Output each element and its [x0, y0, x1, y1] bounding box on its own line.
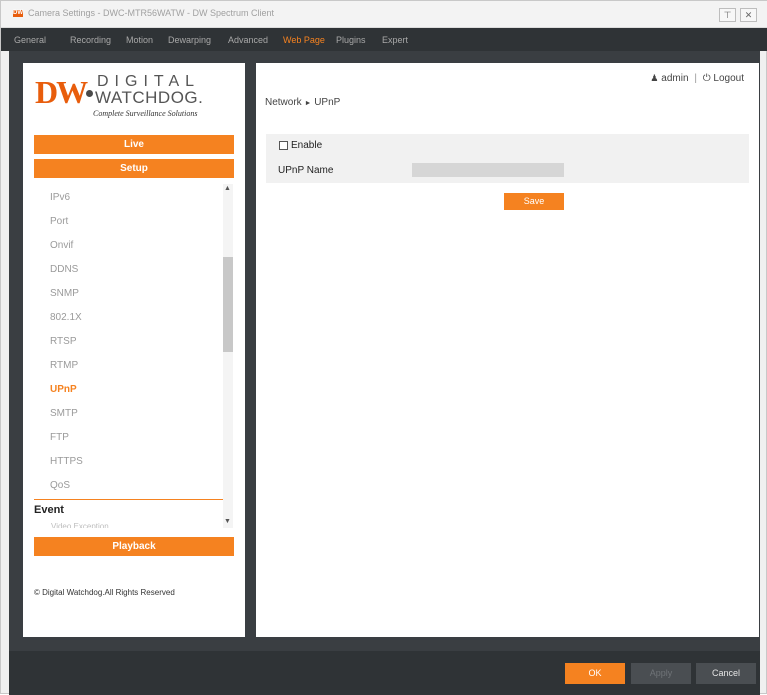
user-icon: ♟ — [650, 73, 659, 83]
digital-watchdog-logo: DW DIGITAL WATCHDOG. Complete Surveillan… — [35, 73, 235, 123]
logo-mark: DW — [35, 74, 88, 110]
breadcrumb-arrow-icon: ► — [304, 100, 312, 107]
ok-button[interactable]: OK — [565, 663, 625, 684]
upnp-name-label: UPnP Name — [278, 165, 334, 176]
scroll-up-arrow-icon[interactable]: ▲ — [224, 185, 231, 192]
submenu-item-ipv6[interactable]: IPv6 — [50, 192, 70, 203]
camera-settings-window: DW Camera Settings - DWC-MTR56WATW - DW … — [0, 0, 767, 695]
live-button[interactable]: Live — [34, 135, 234, 154]
submenu-item-port[interactable]: Port — [50, 216, 68, 227]
scrollbar-thumb[interactable] — [223, 257, 233, 352]
user-area: ♟ admin | ⏻ Logout — [650, 73, 744, 84]
logo-dot-icon — [86, 90, 93, 97]
tab-advanced[interactable]: Advanced — [228, 35, 268, 45]
copyright-text: © Digital Watchdog.All Rights Reserved — [34, 588, 175, 597]
logo-line-2: WATCHDOG. — [95, 88, 204, 107]
tab-web-page[interactable]: Web Page — [283, 35, 325, 45]
event-menu-heading[interactable]: Event — [34, 504, 64, 516]
submenu-item-https[interactable]: HTTPS — [50, 456, 83, 467]
tab-expert[interactable]: Expert — [382, 35, 408, 45]
power-icon[interactable]: ⏻ — [703, 73, 711, 84]
breadcrumb-parent: Network — [265, 97, 302, 108]
submenu-item-rtmp[interactable]: RTMP — [50, 360, 78, 371]
submenu-item-smtp[interactable]: SMTP — [50, 408, 78, 419]
breadcrumb: Network ► UPnP — [265, 97, 340, 108]
username: admin — [661, 73, 689, 84]
submenu-item-upnp[interactable]: UPnP — [50, 384, 77, 395]
logout-link[interactable]: Logout — [713, 73, 744, 84]
submenu-item-rtsp[interactable]: RTSP — [50, 336, 77, 347]
cancel-button[interactable]: Cancel — [696, 663, 756, 684]
window-title: Camera Settings - DWC-MTR56WATW - DW Spe… — [28, 8, 275, 18]
pin-icon[interactable]: ⊤ — [719, 8, 736, 22]
save-button[interactable]: Save — [504, 193, 564, 210]
logo-tagline: Complete Surveillance Solutions — [93, 109, 198, 118]
tab-plugins[interactable]: Plugins — [336, 35, 366, 45]
title-bar: DW Camera Settings - DWC-MTR56WATW - DW … — [1, 1, 767, 28]
submenu-item-ddns[interactable]: DDNS — [50, 264, 78, 275]
tab-motion[interactable]: Motion — [126, 35, 153, 45]
upnp-name-input[interactable] — [412, 163, 564, 177]
playback-button[interactable]: Playback — [34, 537, 234, 556]
event-submenu-item[interactable]: Video Exception — [51, 522, 109, 528]
user-separator: | — [694, 73, 697, 84]
submenu-item-8021x[interactable]: 802.1X — [50, 312, 82, 323]
tab-dewarping[interactable]: Dewarping — [168, 35, 211, 45]
apply-button[interactable]: Apply — [631, 663, 691, 684]
submenu-item-onvif[interactable]: Onvif — [50, 240, 73, 251]
enable-checkbox[interactable] — [279, 141, 288, 150]
submenu-item-snmp[interactable]: SNMP — [50, 288, 79, 299]
setup-submenu: IPv6 Port Onvif DDNS SNMP 802.1X RTSP RT… — [34, 184, 234, 497]
submenu-item-qos[interactable]: QoS — [50, 480, 70, 491]
enable-label: Enable — [291, 140, 323, 151]
submenu-scrollbar[interactable] — [223, 184, 233, 528]
setup-button[interactable]: Setup — [34, 159, 234, 178]
settings-tab-bar: General Recording Motion Dewarping Advan… — [1, 28, 767, 51]
tab-recording[interactable]: Recording — [70, 35, 111, 45]
app-logo-icon: DW — [13, 10, 23, 17]
submenu-item-ftp[interactable]: FTP — [50, 432, 69, 443]
close-icon[interactable]: ✕ — [740, 8, 757, 22]
tab-general[interactable]: General — [14, 35, 46, 45]
scroll-down-arrow-icon[interactable]: ▼ — [224, 518, 231, 525]
submenu-divider — [34, 499, 223, 500]
breadcrumb-current: UPnP — [314, 97, 341, 108]
